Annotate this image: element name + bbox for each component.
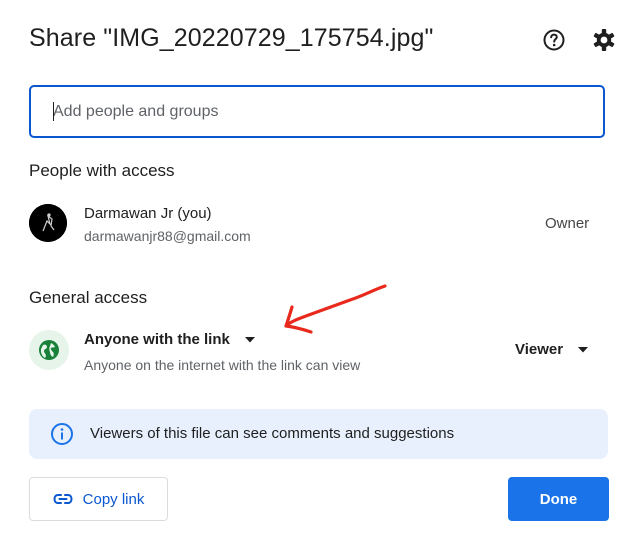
link-role-dropdown[interactable]: Viewer xyxy=(515,341,589,358)
people-with-access-heading: People with access xyxy=(29,161,175,180)
annotation-arrow xyxy=(284,284,387,334)
info-banner: Viewers of this file can see comments an… xyxy=(29,409,608,459)
settings-button[interactable] xyxy=(590,26,618,54)
person-email: darmawanjr88@gmail.com xyxy=(84,228,251,244)
person-name: Darmawan Jr (you) xyxy=(84,205,212,222)
chevron-down-icon xyxy=(578,346,589,352)
copy-link-label: Copy link xyxy=(82,490,145,508)
general-access-description: Anyone on the internet with the link can… xyxy=(84,357,361,373)
link-icon xyxy=(53,493,73,505)
avatar xyxy=(29,204,67,242)
done-button[interactable]: Done xyxy=(508,477,609,521)
person-role: Owner xyxy=(545,215,590,232)
gear-icon xyxy=(593,29,615,51)
avatar-image xyxy=(29,204,67,242)
chevron-down-icon xyxy=(244,336,255,342)
add-people-field[interactable] xyxy=(29,85,605,138)
done-label: Done xyxy=(539,490,578,508)
help-circle-icon xyxy=(543,29,565,51)
link-role-value: Viewer xyxy=(515,341,564,358)
globe-icon xyxy=(39,340,59,360)
copy-link-button[interactable]: Copy link xyxy=(29,477,168,521)
general-access-icon-badge xyxy=(29,330,69,370)
dialog-title: Share "IMG_20220729_175754.jpg" xyxy=(29,24,434,52)
info-icon xyxy=(51,423,73,445)
share-dialog: Share "IMG_20220729_175754.jpg" People xyxy=(0,0,633,543)
general-access-dropdown[interactable]: Anyone with the link xyxy=(84,331,256,348)
general-access-heading: General access xyxy=(29,288,148,307)
help-button[interactable] xyxy=(540,26,568,54)
info-banner-text: Viewers of this file can see comments an… xyxy=(90,425,455,442)
general-access-value: Anyone with the link xyxy=(84,331,230,348)
add-people-input[interactable] xyxy=(53,87,593,136)
text-caret xyxy=(53,102,54,121)
